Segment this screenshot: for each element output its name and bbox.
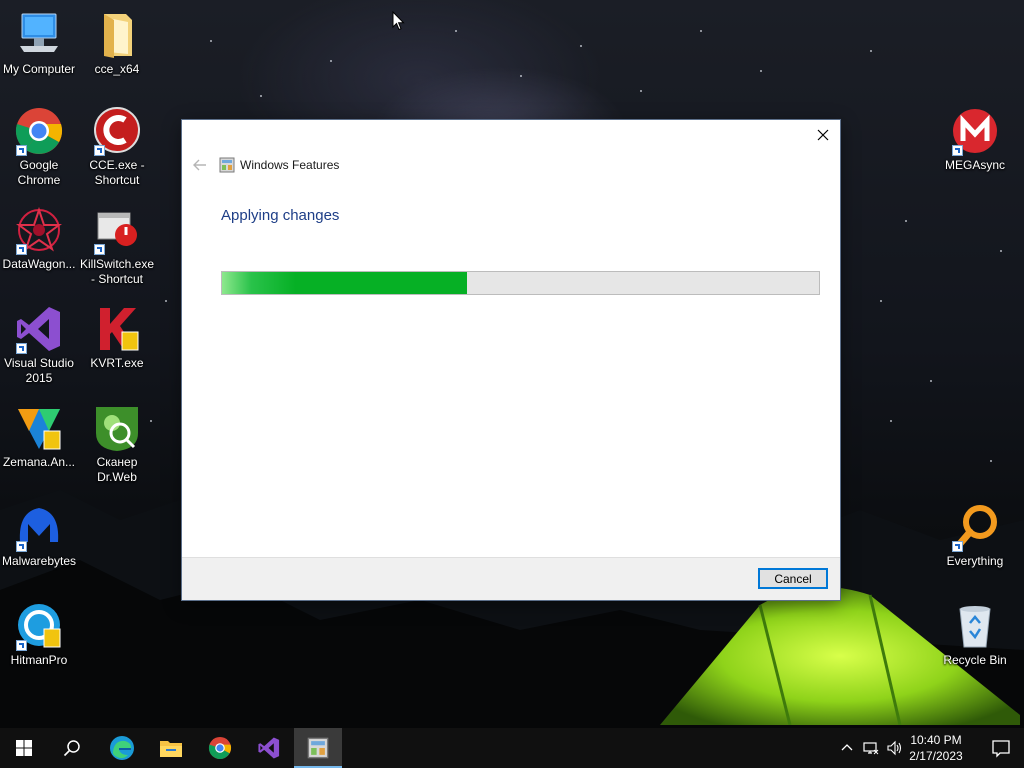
search-button[interactable]	[48, 728, 96, 768]
shortcut-arrow-icon	[952, 541, 963, 552]
start-button[interactable]	[0, 728, 48, 768]
network-button[interactable]	[863, 740, 879, 756]
clock-time: 10:40 PM	[910, 733, 962, 747]
desktop-icon-google-chrome[interactable]: Google Chrome	[0, 106, 78, 188]
malwarebytes-icon	[14, 502, 64, 552]
shortcut-arrow-icon	[16, 541, 27, 552]
clock-date: 2/17/2023	[909, 749, 963, 763]
desktop-icon-label: Recycle Bin	[943, 653, 1007, 667]
folder-icon	[160, 741, 182, 757]
close-button[interactable]	[814, 126, 832, 144]
visual-studio-icon	[258, 737, 280, 759]
applying-changes-heading: Applying changes	[221, 207, 340, 224]
action-center-button[interactable]	[986, 736, 1016, 760]
taskbar-chrome[interactable]	[196, 728, 244, 768]
computer-icon	[14, 10, 64, 60]
desktop-icon-zemana[interactable]: Zemana.An...	[0, 403, 78, 470]
shortcut-arrow-icon	[94, 244, 105, 255]
hitmanpro-icon	[14, 601, 64, 651]
desktop-icon-datawagon[interactable]: DataWagon...	[0, 205, 78, 272]
shortcut-arrow-icon	[16, 640, 27, 651]
desktop-icon-label: Malwarebytes	[1, 554, 77, 568]
taskbar-file-explorer[interactable]	[147, 728, 195, 768]
desktop-icon-label: Google Chrome	[17, 158, 61, 187]
chevron-up-icon	[841, 744, 853, 751]
desktop-icon-label: KVRT.exe	[90, 356, 144, 370]
everything-search-icon	[950, 502, 1000, 552]
desktop-icon-label: My Computer	[2, 62, 76, 76]
desktop-icon-cce-x64[interactable]: cce_x64	[78, 10, 156, 77]
desktop-icon-label: Visual Studio 2015	[4, 356, 74, 385]
mega-icon	[950, 106, 1000, 156]
notification-icon	[992, 740, 1010, 758]
shortcut-arrow-icon	[16, 343, 27, 354]
shortcut-arrow-icon	[16, 244, 27, 255]
desktop-icon-megasync[interactable]: MEGAsync	[936, 106, 1014, 173]
progress-bar-fill	[222, 272, 467, 294]
show-hidden-icons-button[interactable]	[839, 740, 855, 756]
recycle-bin-icon	[950, 601, 1000, 651]
network-icon	[863, 742, 879, 755]
desktop-icon-everything[interactable]: Everything	[936, 502, 1014, 569]
desktop-icon-label: KillSwitch.exe - Shortcut	[79, 257, 155, 286]
dialog-title: Windows Features	[240, 158, 340, 172]
taskbar: 10:40 PM 2/17/2023	[0, 728, 1024, 768]
desktop-icon-my-computer[interactable]: My Computer	[0, 10, 78, 77]
edge-icon	[110, 736, 134, 760]
windows-features-icon	[219, 157, 235, 173]
visual-studio-icon	[14, 304, 64, 354]
killswitch-icon	[92, 205, 142, 255]
desktop-icon-killswitch[interactable]: KillSwitch.exe - Shortcut	[78, 205, 156, 287]
desktop-icon-label: Zemana.An...	[2, 455, 76, 469]
taskbar-clock[interactable]: 10:40 PM 2/17/2023	[906, 732, 966, 764]
taskbar-edge[interactable]	[98, 728, 146, 768]
desktop-icon-label: cce_x64	[94, 62, 140, 76]
desktop-icon-label: DataWagon...	[2, 257, 76, 271]
volume-button[interactable]	[886, 740, 902, 756]
volume-icon	[887, 740, 902, 756]
search-icon	[63, 740, 80, 757]
desktop-icon-label: Сканер Dr.Web	[96, 455, 138, 484]
desktop-icon-visual-studio[interactable]: Visual Studio 2015	[0, 304, 78, 386]
kaspersky-icon	[92, 304, 142, 354]
mouse-cursor-icon	[392, 11, 405, 31]
shortcut-arrow-icon	[952, 145, 963, 156]
progress-bar	[221, 271, 820, 295]
desktop-icon-hitmanpro[interactable]: HitmanPro	[0, 601, 78, 668]
windows-logo-icon	[16, 740, 32, 756]
taskbar-visual-studio[interactable]	[245, 728, 293, 768]
cce-icon	[92, 106, 142, 156]
desktop-icon-malwarebytes[interactable]: Malwarebytes	[0, 502, 78, 569]
windows-features-dialog: Windows Features Applying changes Cancel	[182, 120, 840, 600]
taskbar-windows-features[interactable]	[294, 728, 342, 768]
desktop-icon-recycle-bin[interactable]: Recycle Bin	[936, 601, 1014, 668]
desktop-icon-label: MEGAsync	[944, 158, 1005, 172]
shortcut-arrow-icon	[94, 145, 105, 156]
desktop-icon-drweb[interactable]: Сканер Dr.Web	[78, 403, 156, 485]
desktop-icon-cce-exe[interactable]: CCE.exe - Shortcut	[78, 106, 156, 188]
zemana-icon	[14, 403, 64, 453]
desktop-icon-label: HitmanPro	[10, 653, 68, 667]
folder-icon	[92, 10, 142, 60]
windows-features-icon	[307, 737, 329, 759]
datawagon-icon	[14, 205, 64, 255]
close-icon	[817, 129, 829, 141]
desktop-icon-kvrt[interactable]: KVRT.exe	[78, 304, 156, 371]
desktop-icon-label: Everything	[946, 554, 1004, 568]
cancel-button[interactable]: Cancel	[758, 568, 828, 589]
desktop-icon-label: CCE.exe - Shortcut	[89, 158, 145, 187]
back-arrow-icon	[193, 159, 206, 171]
drweb-icon	[92, 403, 142, 453]
dialog-footer: Cancel	[182, 557, 840, 600]
back-button[interactable]	[192, 158, 208, 172]
shortcut-arrow-icon	[16, 145, 27, 156]
chrome-icon	[14, 106, 64, 156]
chrome-icon	[208, 736, 232, 760]
